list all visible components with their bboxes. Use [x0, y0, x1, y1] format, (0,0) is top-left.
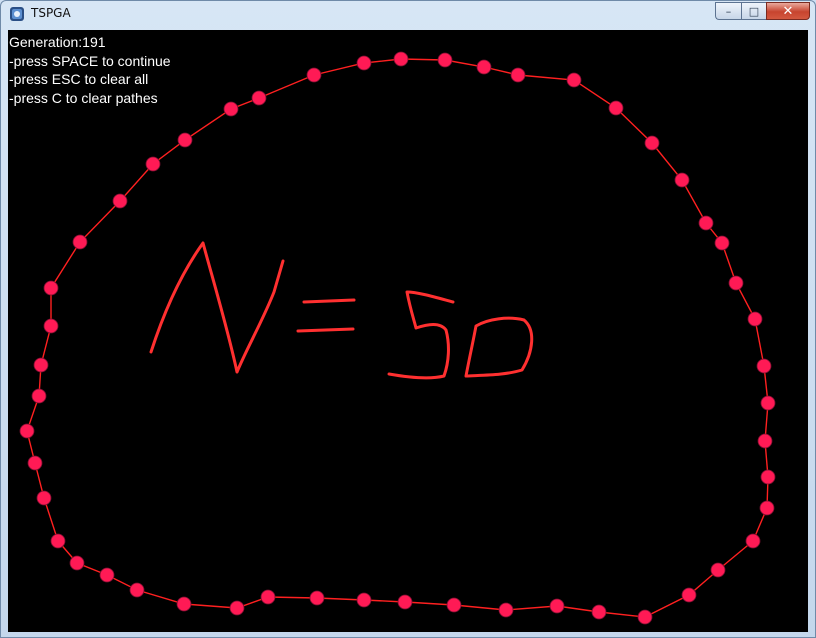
city-node: [698, 215, 714, 231]
city-node: [710, 562, 726, 578]
city-node: [728, 275, 744, 291]
city-node: [27, 455, 43, 471]
city-node: [760, 395, 776, 411]
maximize-button[interactable]: □: [741, 2, 766, 20]
hud-overlay: Generation:191 -press SPACE to continue …: [9, 33, 171, 107]
city-node: [510, 67, 526, 83]
window-controls: – □ ✕: [715, 2, 810, 22]
city-node: [446, 597, 462, 613]
title-bar[interactable]: TSPGA – □ ✕: [1, 1, 815, 27]
city-node: [177, 132, 193, 148]
handwriting-equals-bottom: [296, 327, 355, 333]
city-node: [498, 602, 514, 618]
generation-counter: Generation:191: [9, 34, 106, 50]
city-node: [33, 357, 49, 373]
city-node: [176, 596, 192, 612]
city-node: [260, 589, 276, 605]
city-node: [112, 193, 128, 209]
city-node: [43, 280, 59, 296]
city-node: [591, 604, 607, 620]
city-node: [129, 582, 145, 598]
handwritten-note: [149, 241, 534, 380]
city-node: [681, 587, 697, 603]
city-node: [644, 135, 660, 151]
city-node: [747, 311, 763, 327]
instruction-space: -press SPACE to continue: [9, 52, 171, 69]
city-node: [69, 555, 85, 571]
city-node: [549, 598, 565, 614]
city-node: [50, 533, 66, 549]
city-node: [714, 235, 730, 251]
handwriting-equals-top: [302, 298, 356, 304]
city-node: [566, 72, 582, 88]
city-node: [309, 590, 325, 606]
handwriting-digit-0: [464, 316, 534, 378]
city-node: [757, 433, 773, 449]
tsp-canvas[interactable]: [8, 30, 808, 632]
app-window: TSPGA – □ ✕ Generation:191 -press SPACE …: [0, 0, 816, 638]
city-node: [99, 567, 115, 583]
city-node: [674, 172, 690, 188]
city-node: [306, 67, 322, 83]
minimize-button[interactable]: –: [715, 2, 741, 20]
city-node: [759, 500, 775, 516]
city-node: [36, 490, 52, 506]
city-node: [745, 533, 761, 549]
city-node: [19, 423, 35, 439]
city-nodes: [19, 51, 776, 625]
city-node: [229, 600, 245, 616]
instruction-esc: -press ESC to clear all: [9, 71, 149, 87]
minimize-icon: –: [725, 4, 732, 18]
city-node: [756, 358, 772, 374]
city-node: [31, 388, 47, 404]
city-node: [145, 156, 161, 172]
window-title: TSPGA: [31, 6, 71, 20]
city-node: [760, 469, 776, 485]
tsp-canvas-area[interactable]: Generation:191 -press SPACE to continue …: [8, 30, 808, 632]
city-node: [43, 318, 59, 334]
handwriting-letter-n: [149, 241, 285, 374]
city-node: [356, 592, 372, 608]
city-node: [72, 234, 88, 250]
maximize-icon: □: [748, 4, 760, 18]
handwriting-digit-5: [387, 290, 455, 380]
city-node: [356, 55, 372, 71]
close-button[interactable]: ✕: [766, 2, 810, 20]
city-node: [608, 100, 624, 116]
instruction-c: -press C to clear pathes: [9, 89, 158, 106]
city-node: [637, 609, 653, 625]
city-node: [437, 52, 453, 68]
city-node: [476, 59, 492, 75]
city-node: [251, 90, 267, 106]
app-icon: [9, 6, 25, 22]
city-node: [223, 101, 239, 117]
close-icon: ✕: [782, 3, 794, 19]
city-node: [397, 594, 413, 610]
city-node: [393, 51, 409, 67]
